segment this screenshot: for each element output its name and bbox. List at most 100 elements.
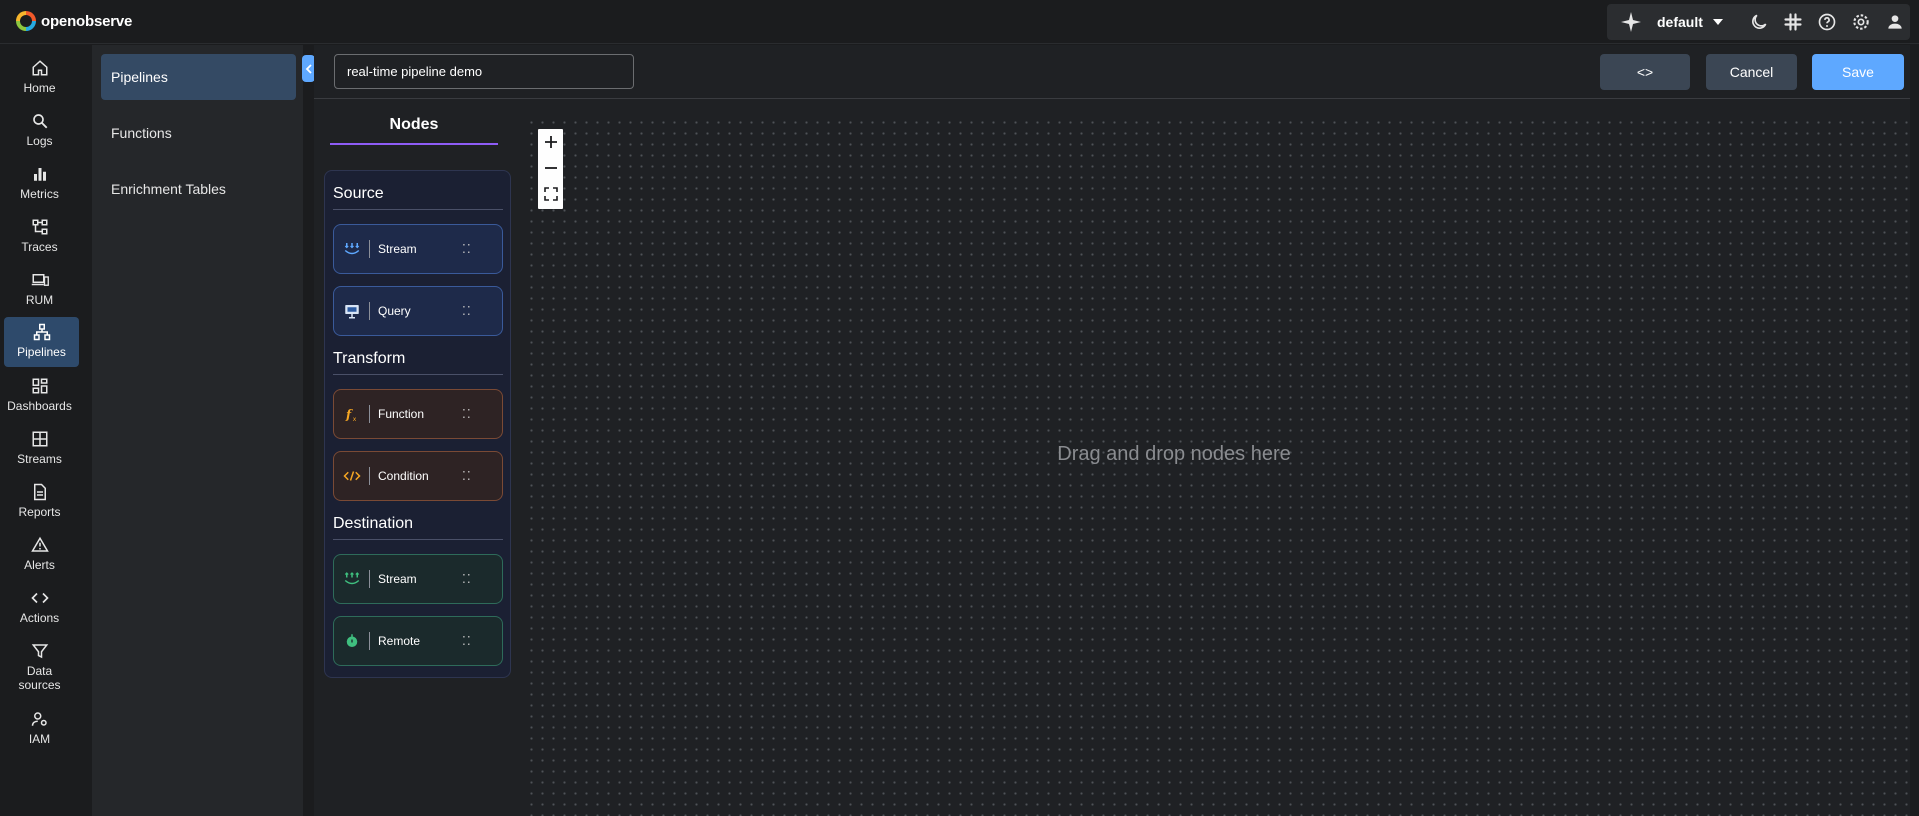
pipeline-editor: <> Cancel Save Nodes Source Stream ⁚⁚ Qu… (314, 45, 1910, 816)
nav-label: Streams (17, 452, 62, 466)
drop-hint: Drag and drop nodes here (1057, 443, 1291, 465)
node-transform-condition[interactable]: Condition ⁚⁚ (333, 451, 503, 501)
section-source-title: Source (333, 185, 503, 210)
nav-label: Dashboards (7, 399, 72, 413)
code-icon (30, 592, 49, 604)
nav-home[interactable]: Home (0, 59, 79, 95)
left-nav: Home Logs Metrics Traces RUM Pipelines D… (0, 45, 79, 816)
node-destination-remote[interactable]: Remote ⁚⁚ (333, 616, 503, 666)
zoom-out-button[interactable] (538, 155, 563, 181)
drag-handle-icon[interactable]: ⁚⁚ (462, 634, 472, 648)
moon-icon[interactable] (1749, 12, 1769, 32)
zoom-in-button[interactable] (538, 129, 563, 155)
node-label: Query (378, 304, 411, 318)
logo-icon (16, 11, 36, 31)
section-transform-title: Transform (333, 350, 503, 375)
query-icon (344, 305, 359, 319)
nav-rum[interactable]: RUM (0, 271, 79, 307)
subnav-functions[interactable]: Functions (101, 110, 296, 156)
user-gear-icon (31, 712, 47, 726)
nav-label: RUM (25, 293, 54, 307)
org-selector[interactable]: default (1657, 14, 1723, 30)
nav-label: Alerts (24, 558, 55, 572)
node-label: Function (378, 407, 425, 421)
bar-chart-icon (33, 168, 46, 181)
nav-iam[interactable]: IAM (0, 710, 79, 746)
slack-icon[interactable] (1783, 12, 1803, 32)
drag-handle-icon[interactable]: ⁚⁚ (462, 469, 472, 483)
drag-handle-icon[interactable]: ⁚⁚ (462, 242, 472, 256)
cancel-button[interactable]: Cancel (1706, 54, 1797, 90)
pipeline-icon (33, 323, 50, 341)
nav-data-sources[interactable]: Data sources (0, 642, 79, 692)
user-icon[interactable] (1885, 12, 1905, 32)
subnav-enrichment-tables[interactable]: Enrichment Tables (101, 166, 296, 212)
nav-alerts[interactable]: Alerts (0, 536, 79, 572)
nav-label: Reports (18, 505, 61, 519)
home-icon (32, 60, 47, 76)
node-label: Stream (378, 242, 417, 256)
remote-icon (346, 634, 357, 647)
chevron-down-icon (1712, 19, 1723, 25)
app-name: openobserve (41, 12, 133, 30)
traces-icon (32, 219, 47, 235)
minus-icon (544, 167, 557, 169)
svg-text:x: x (352, 416, 356, 423)
nav-pipelines[interactable]: Pipelines (4, 317, 79, 367)
gear-icon[interactable] (1851, 12, 1871, 32)
help-icon[interactable] (1817, 12, 1837, 32)
fullscreen-icon (543, 187, 558, 201)
nav-label: IAM (28, 732, 51, 746)
stream-icon (344, 243, 359, 255)
nav-logs[interactable]: Logs (0, 112, 79, 148)
nav-label: Metrics (20, 187, 59, 201)
nav-actions[interactable]: Actions (0, 589, 79, 625)
drag-handle-icon[interactable]: ⁚⁚ (462, 304, 472, 318)
warning-icon (30, 536, 49, 552)
nodes-palette: Source Stream ⁚⁚ Query ⁚⁚ Transform fx F… (324, 170, 511, 678)
top-right-toolbar: default (1607, 4, 1910, 40)
nav-dashboards[interactable]: Dashboards (0, 377, 79, 413)
filter-icon (31, 644, 48, 659)
pipeline-name-input[interactable] (334, 54, 634, 89)
nav-reports[interactable]: Reports (0, 483, 79, 519)
chevron-left-icon (305, 63, 312, 74)
grid-icon (32, 431, 47, 447)
node-label: Condition (378, 469, 429, 483)
nav-label: Traces (21, 240, 58, 254)
condition-icon (342, 471, 361, 481)
nav-metrics[interactable]: Metrics (0, 165, 79, 201)
nav-label: Pipelines (17, 345, 66, 359)
devices-icon (31, 274, 49, 286)
drag-handle-icon[interactable]: ⁚⁚ (462, 407, 472, 421)
node-source-stream[interactable]: Stream ⁚⁚ (333, 224, 503, 274)
org-name: default (1657, 14, 1703, 30)
node-destination-stream[interactable]: Stream ⁚⁚ (333, 554, 503, 604)
svg-text:f: f (345, 408, 353, 422)
pipelines-sub-nav: Pipelines Functions Enrichment Tables (92, 45, 303, 816)
nav-traces[interactable]: Traces (0, 218, 79, 254)
drag-handle-icon[interactable]: ⁚⁚ (462, 572, 472, 586)
nav-label: Home (23, 81, 56, 95)
dashboard-icon (32, 378, 47, 394)
node-label: Remote (378, 634, 421, 648)
top-bar: openobserve default (0, 0, 1919, 44)
nav-streams[interactable]: Streams (0, 430, 79, 466)
plus-icon (544, 136, 557, 148)
zoom-controls (538, 129, 563, 209)
search-icon (32, 114, 47, 129)
save-button[interactable]: Save (1812, 54, 1904, 90)
editor-header: <> Cancel Save (314, 45, 1910, 99)
node-source-query[interactable]: Query ⁚⁚ (333, 286, 503, 336)
nav-label: Actions (19, 611, 60, 625)
nav-label: Logs (26, 134, 53, 148)
tab-nodes[interactable]: Nodes (330, 109, 498, 145)
fit-view-button[interactable] (538, 181, 563, 207)
sparkle-icon[interactable] (1619, 10, 1643, 34)
subnav-pipelines[interactable]: Pipelines (101, 54, 296, 100)
app-logo[interactable]: openobserve (16, 11, 132, 31)
code-view-button[interactable]: <> (1600, 54, 1690, 90)
node-transform-function[interactable]: fx Function ⁚⁚ (333, 389, 503, 439)
section-destination-title: Destination (333, 515, 503, 540)
pipeline-canvas[interactable] (526, 117, 1910, 816)
